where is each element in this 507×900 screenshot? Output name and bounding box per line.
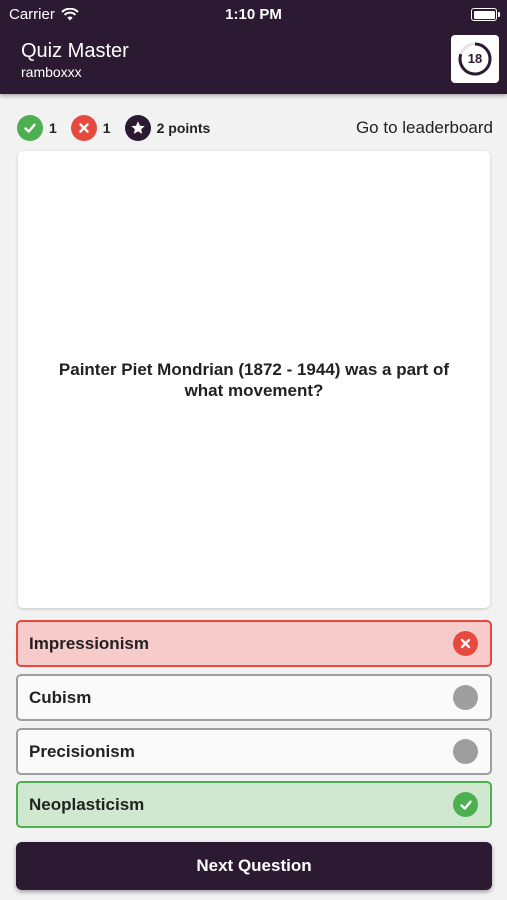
answer-option-impressionism[interactable]: Impressionism (16, 620, 492, 667)
check-circle-icon (453, 792, 478, 817)
gray-circle-icon (453, 739, 478, 764)
check-circle-icon (17, 115, 43, 141)
leaderboard-link[interactable]: Go to leaderboard (356, 118, 493, 138)
status-bar: Carrier 1:10 PM (0, 0, 507, 30)
points-value: 2 points (156, 120, 211, 136)
correct-count-value: 1 (49, 120, 57, 136)
battery-icon (471, 8, 500, 21)
countdown-timer: 18 (451, 35, 499, 83)
wrong-count-value: 1 (102, 120, 111, 136)
answer-label: Neoplasticism (29, 794, 145, 814)
correct-count: 1 (17, 115, 57, 141)
username: ramboxxx (21, 64, 82, 80)
timer-value: 18 (467, 51, 483, 66)
x-circle-icon (70, 115, 97, 141)
gray-circle-icon (453, 685, 478, 710)
points: 2 points (124, 115, 211, 141)
wrong-count: 1 (70, 115, 111, 141)
next-question-button[interactable]: Next Question (16, 842, 492, 890)
status-time: 1:10 PM (225, 6, 282, 23)
x-circle-icon (453, 631, 478, 656)
answer-label: Impressionism (29, 633, 149, 653)
question-card: Painter Piet Mondrian (1872 - 1944) was … (18, 151, 490, 608)
app-bar: Quiz Master ramboxxx 18 (0, 30, 507, 94)
question-text: Painter Piet Mondrian (1872 - 1944) was … (58, 359, 450, 400)
answer-label: Cubism (29, 687, 92, 707)
star-circle-icon (124, 115, 151, 141)
answer-option-precisionism[interactable]: Precisionism (16, 728, 492, 775)
answer-label: Precisionism (29, 741, 135, 761)
answer-option-cubism[interactable]: Cubism (16, 674, 492, 721)
app-title: Quiz Master (21, 40, 129, 62)
answer-option-neoplasticism[interactable]: Neoplasticism (16, 781, 492, 828)
score-bar: 1 1 2 points Go to leaderboard (17, 115, 493, 141)
